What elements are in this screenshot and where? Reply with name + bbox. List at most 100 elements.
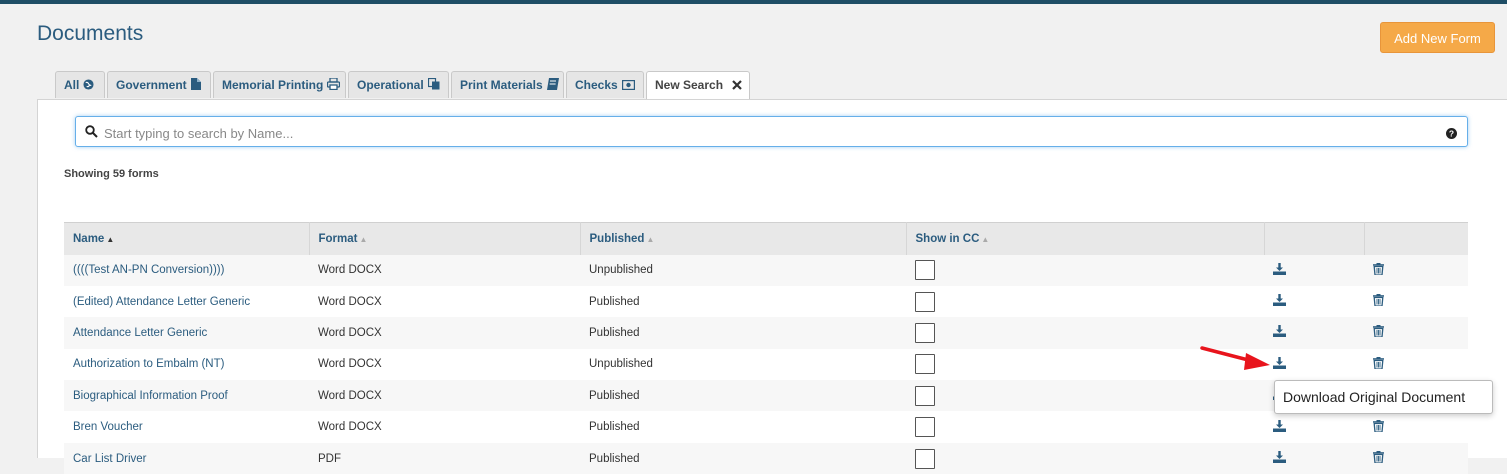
cell-published: Unpublished [580, 254, 906, 286]
copy-icon [427, 73, 440, 90]
tab-label: Government [116, 78, 187, 92]
form-name-link[interactable]: Attendance Letter Generic [73, 327, 207, 339]
column-header-published[interactable]: Published ▲ [580, 222, 907, 255]
cell-name: ((((Test AN-PN Conversion)))) [64, 254, 309, 286]
form-name-link[interactable]: ((((Test AN-PN Conversion)))) [73, 264, 224, 276]
column-label: Published [589, 232, 645, 245]
download-icon[interactable] [1273, 451, 1286, 466]
show-in-cc-checkbox[interactable] [915, 260, 935, 281]
show-in-cc-checkbox[interactable] [915, 354, 935, 375]
cell-name: Car List Driver [64, 442, 309, 474]
help-icon[interactable]: ? [1446, 126, 1457, 144]
cell-format: Word DOCX [309, 254, 580, 286]
download-icon[interactable] [1273, 262, 1286, 278]
cell-download [1264, 411, 1364, 443]
trash-icon[interactable] [1373, 356, 1384, 372]
top-bar [0, 0, 1507, 4]
tab-label: All [64, 78, 80, 92]
tab-all[interactable]: All [55, 71, 105, 98]
cell-delete [1364, 285, 1468, 318]
show-in-cc-checkbox[interactable] [915, 291, 935, 312]
trash-icon[interactable] [1373, 451, 1384, 466]
cell-published: Published [580, 285, 906, 318]
cell-show-in-cc [906, 442, 1264, 474]
sort-icon: ▲ [359, 234, 368, 244]
tab-label: Checks [575, 78, 618, 92]
show-in-cc-checkbox[interactable] [915, 417, 935, 438]
cell-show-in-cc [906, 254, 1264, 286]
cell-download [1264, 254, 1364, 286]
download-icon[interactable] [1273, 419, 1286, 435]
tab-label: Memorial Printing [222, 78, 324, 92]
tab-label: Operational [357, 78, 424, 92]
cell-delete [1364, 442, 1468, 474]
cell-download [1264, 348, 1364, 381]
close-icon[interactable] [732, 73, 743, 90]
trash-icon[interactable] [1373, 262, 1384, 278]
sort-asc-icon: ▲ [106, 234, 115, 244]
show-in-cc-checkbox[interactable] [915, 322, 935, 343]
sort-icon: ▲ [646, 234, 655, 244]
cell-published: Published [580, 317, 906, 349]
tab-print-materials[interactable]: Print Materials [451, 71, 564, 98]
form-name-link[interactable]: Authorization to Embalm (NT) [73, 358, 224, 370]
table-row: (Edited) Attendance Letter Generic Word D… [64, 285, 1468, 318]
money-icon [621, 73, 635, 91]
cell-published: Published [580, 380, 906, 412]
column-header-name[interactable]: Name ▲ [64, 222, 310, 255]
print-icon [327, 73, 341, 91]
trash-icon[interactable] [1373, 325, 1384, 340]
file-icon [190, 73, 202, 90]
download-icon[interactable] [1273, 294, 1286, 309]
red-arrow-annotation [1198, 343, 1278, 376]
cell-published: Published [580, 411, 906, 443]
tab-operational[interactable]: Operational [348, 71, 449, 98]
show-in-cc-checkbox[interactable] [915, 448, 935, 469]
download-icon[interactable] [1273, 325, 1286, 340]
tab-memorial-printing[interactable]: Memorial Printing [213, 71, 346, 98]
form-name-link[interactable]: Biographical Information Proof [73, 390, 228, 402]
form-name-link[interactable]: Car List Driver [73, 453, 146, 465]
tooltip: Download Original Document [1274, 380, 1493, 414]
svg-text:?: ? [1449, 129, 1454, 139]
add-new-form-button[interactable]: Add New Form [1380, 22, 1495, 53]
cell-format: Word DOCX [309, 317, 580, 349]
form-name-link[interactable]: Bren Voucher [73, 421, 143, 433]
cell-name: (Edited) Attendance Letter Generic [64, 285, 309, 318]
search-box: ? [75, 116, 1468, 147]
book-icon [546, 73, 559, 90]
cell-format: Word DOCX [309, 380, 580, 412]
cell-name: Authorization to Embalm (NT) [64, 348, 309, 381]
show-in-cc-checkbox[interactable] [915, 385, 935, 406]
column-label: Show in CC [915, 232, 980, 245]
table-row: ((((Test AN-PN Conversion)))) Word DOCX Un… [64, 254, 1468, 286]
cell-show-in-cc [906, 285, 1264, 318]
cell-delete [1364, 411, 1468, 443]
cell-format: Word DOCX [309, 285, 580, 318]
column-header-download [1264, 222, 1365, 255]
tab-label: Print Materials [460, 78, 543, 92]
trash-icon[interactable] [1373, 294, 1384, 309]
search-input[interactable] [102, 122, 1426, 144]
table-header-row: Name ▲ Format ▲ Published ▲ Show in CC ▲ [64, 222, 1468, 255]
cell-format: Word DOCX [309, 348, 580, 381]
column-header-show-in-cc[interactable]: Show in CC ▲ [906, 222, 1265, 255]
trash-icon[interactable] [1373, 419, 1384, 435]
cell-download [1264, 317, 1364, 349]
tab-government[interactable]: Government [107, 71, 211, 98]
tab-checks[interactable]: Checks [566, 71, 644, 98]
search-icon [85, 125, 98, 143]
cell-delete [1364, 254, 1468, 286]
results-count: Showing 59 forms [64, 168, 159, 180]
tab-new-search[interactable]: New Search [646, 71, 750, 100]
table-row: Bren Voucher Word DOCX Published [64, 411, 1468, 443]
cell-delete [1364, 317, 1468, 349]
form-name-link[interactable]: (Edited) Attendance Letter Generic [73, 296, 250, 308]
column-label: Name [73, 232, 105, 245]
cell-download [1264, 442, 1364, 474]
cell-name: Attendance Letter Generic [64, 317, 309, 349]
sort-icon: ▲ [981, 234, 990, 244]
column-header-format[interactable]: Format ▲ [309, 222, 581, 255]
page-title: Documents [37, 22, 144, 45]
globe-icon [83, 73, 94, 90]
